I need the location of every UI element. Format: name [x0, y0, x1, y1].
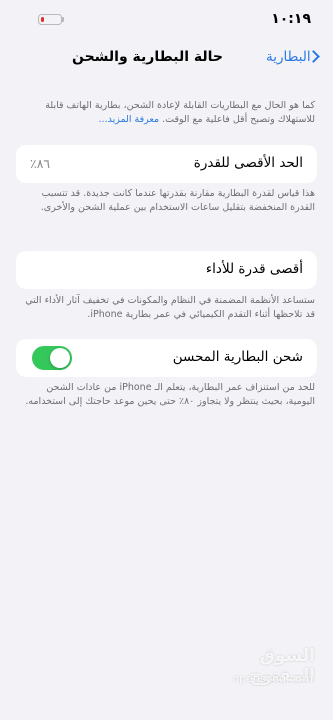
peak-performance-label: أقصى قدرة للأداء: [205, 261, 303, 277]
battery-nub: [62, 17, 64, 22]
learn-more-link[interactable]: معرفة المزيد...: [99, 114, 160, 125]
optimized-charging-row: شحن البطارية المحسن: [16, 339, 317, 377]
toggle-knob[interactable]: [50, 348, 70, 368]
max-capacity-row: الحد الأقصى للقدرة ٨٦٪: [16, 145, 317, 183]
max-capacity-label: الحد الأقصى للقدرة: [193, 155, 303, 171]
back-button[interactable]: البطارية: [266, 49, 311, 65]
battery-icon: [38, 14, 62, 25]
peak-performance-row[interactable]: أقصى قدرة للأداء: [16, 251, 317, 289]
optimized-charging-toggle[interactable]: [32, 346, 72, 370]
optimized-charging-label: شحن البطارية المحسن: [172, 349, 303, 365]
status-time: ١٠:١٩: [271, 11, 311, 27]
max-capacity-footer: هذا قياس لقدرة البطارية مقارنة بقدرتها ع…: [40, 188, 315, 213]
battery-level-fill: [40, 16, 44, 22]
optimized-charging-footer: للحد من استنزاف عمر البطارية، يتعلم الـ …: [25, 382, 315, 407]
peak-performance-footer: ستساعد الأنظمة المضمنة في النظام والمكون…: [25, 295, 315, 320]
page-title: حالة البطارية والشحن: [71, 49, 223, 65]
status-bar: ١٠:١٩: [0, 0, 333, 40]
max-capacity-value: ٨٦٪: [30, 156, 51, 171]
watermark-url: opensooq.com: [232, 672, 313, 685]
intro-text: كما هو الحال مع البطاريات القابلة لإعادة…: [45, 100, 315, 125]
intro-description: كما هو الحال مع البطاريات القابلة لإعادة…: [18, 99, 315, 127]
navigation-bar: حالة البطارية والشحن البطارية: [0, 40, 333, 78]
